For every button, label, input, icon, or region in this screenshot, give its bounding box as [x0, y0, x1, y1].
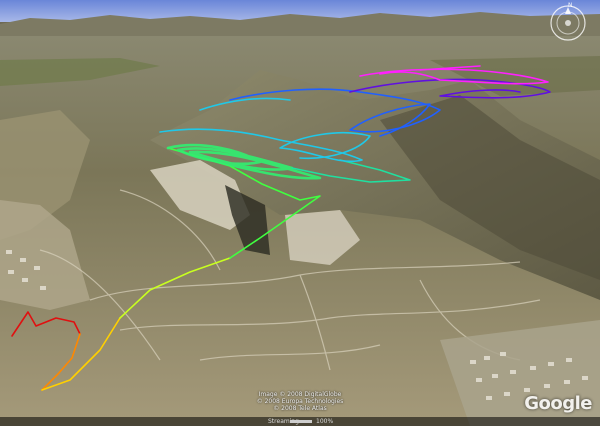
- streaming-percent: 100%: [316, 418, 334, 425]
- map-viewport[interactable]: N Image © 2008 DigitalGlobe © 2008 Europ…: [0, 0, 600, 426]
- attribution-line: © 2008 Europa Technologies: [256, 398, 344, 405]
- terrain-scene: [0, 0, 600, 426]
- google-logo: Google: [524, 393, 592, 414]
- attribution-line: Image © 2008 DigitalGlobe: [258, 391, 342, 398]
- status-bar: Streaming 100%: [0, 417, 600, 426]
- navigation-control[interactable]: N: [552, 2, 592, 44]
- streaming-progress-bar: [290, 420, 312, 423]
- imagery-attribution: Image © 2008 DigitalGlobe © 2008 Europa …: [0, 391, 600, 412]
- attribution-line: © 2008 Tele Atlas: [273, 405, 327, 412]
- streaming-progress-fill: [290, 420, 312, 423]
- north-marker: N: [568, 2, 573, 9]
